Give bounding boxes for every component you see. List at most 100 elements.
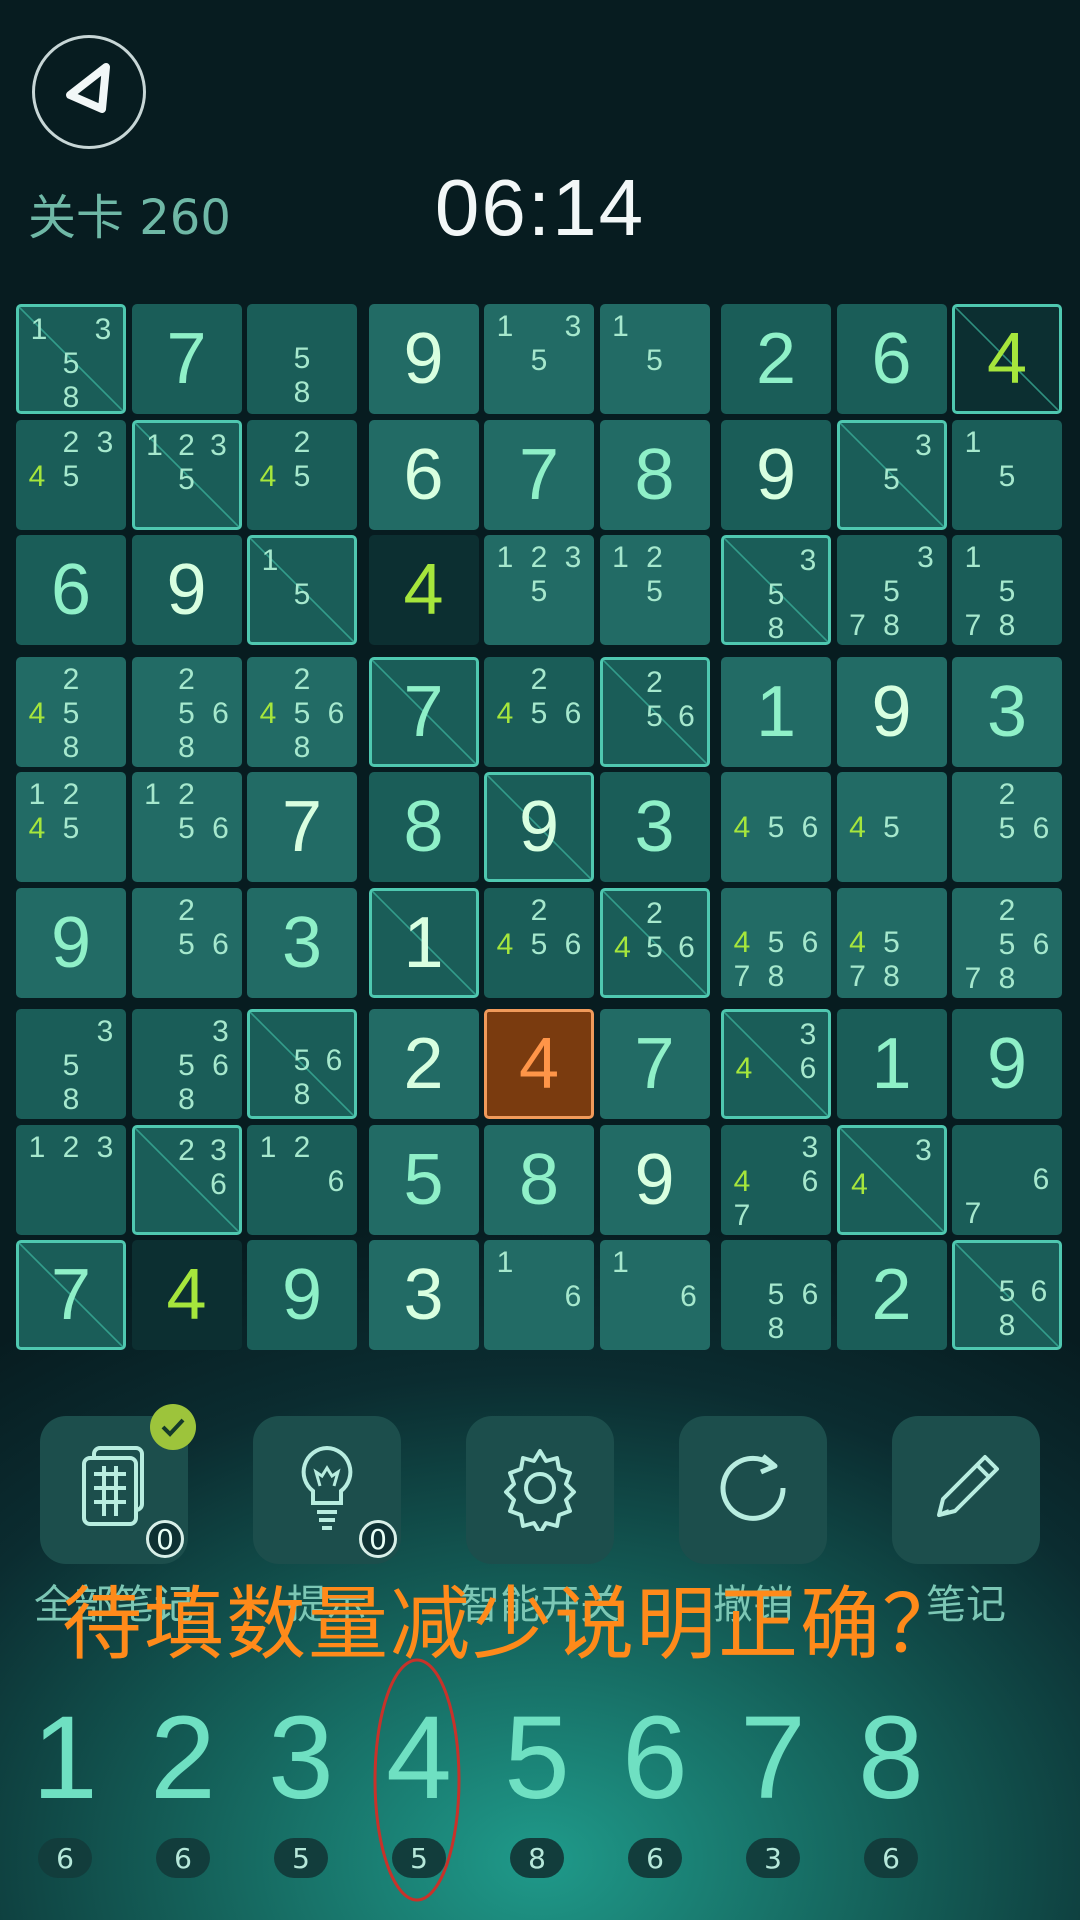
cell-notes: 245: [251, 426, 353, 526]
sudoku-cell-r9c9[interactable]: 568: [952, 1240, 1062, 1350]
sudoku-cell-r9c2[interactable]: 4: [131, 1240, 242, 1350]
sudoku-cell-r5c7[interactable]: 456: [721, 772, 831, 882]
sudoku-cell-r2c3[interactable]: 245: [247, 419, 357, 530]
sudoku-cell-r8c4[interactable]: 5: [368, 1124, 479, 1235]
sudoku-cell-r3c8[interactable]: 3578: [836, 535, 947, 645]
sudoku-cell-r7c8[interactable]: 1: [836, 1009, 947, 1119]
sudoku-cell-r5c6[interactable]: 3: [599, 772, 710, 882]
sudoku-cell-r5c4[interactable]: 8: [368, 772, 479, 882]
sudoku-cell-r7c2[interactable]: 3568: [131, 1009, 242, 1119]
sudoku-cell-r6c5[interactable]: 2456: [484, 887, 594, 998]
sudoku-cell-r9c3[interactable]: 9: [247, 1240, 357, 1350]
tool-button-5[interactable]: [892, 1416, 1040, 1564]
sudoku-cell-r9c6[interactable]: 16: [599, 1240, 710, 1350]
sudoku-cell-r6c4[interactable]: 1: [368, 887, 479, 998]
sudoku-cell-r1c6[interactable]: 15: [599, 304, 710, 414]
sudoku-cell-r6c7[interactable]: 456 78: [721, 887, 831, 998]
sudoku-cell-r3c5[interactable]: 1235: [484, 535, 594, 645]
sudoku-cell-r1c7[interactable]: 2: [721, 304, 831, 414]
sudoku-cell-r8c7[interactable]: 3 4 6 7: [721, 1124, 831, 1235]
sudoku-cell-r6c8[interactable]: 4578: [836, 887, 947, 998]
sudoku-cell-r9c4[interactable]: 3: [368, 1240, 479, 1350]
sudoku-cell-r1c1[interactable]: 1 358: [16, 304, 126, 414]
sudoku-cell-r4c5[interactable]: 2456: [484, 656, 594, 767]
sudoku-cell-r3c9[interactable]: 1578: [952, 535, 1062, 645]
note-digit: 8: [62, 1083, 80, 1116]
number-key-2[interactable]: 2: [128, 1690, 238, 1826]
sudoku-cell-r5c3[interactable]: 7: [247, 772, 357, 882]
sudoku-cell-r4c2[interactable]: 2568: [131, 656, 242, 767]
sudoku-cell-r2c6[interactable]: 8: [599, 419, 710, 530]
sudoku-cell-r3c6[interactable]: 125: [599, 535, 710, 645]
sudoku-cell-r8c8[interactable]: 34: [836, 1124, 947, 1235]
sudoku-cell-r1c4[interactable]: 9: [368, 304, 479, 414]
sudoku-cell-r4c4[interactable]: 7: [368, 656, 479, 767]
sudoku-cell-r3c1[interactable]: 6: [16, 535, 126, 645]
sudoku-cell-r2c2[interactable]: 1235: [131, 419, 242, 530]
sudoku-cell-r9c8[interactable]: 2: [836, 1240, 947, 1350]
note-slot: [671, 666, 703, 700]
note-digit: 5: [998, 927, 1016, 961]
sudoku-cell-r8c5[interactable]: 8: [484, 1124, 594, 1235]
sudoku-cell-r3c4[interactable]: 4: [368, 535, 479, 645]
sudoku-cell-r7c7[interactable]: 3 4 6: [721, 1009, 831, 1119]
sudoku-cell-r6c9[interactable]: 256 78: [952, 887, 1062, 998]
sudoku-cell-r9c5[interactable]: 16: [484, 1240, 594, 1350]
sudoku-cell-r8c6[interactable]: 9: [599, 1124, 710, 1235]
sudoku-cell-r2c8[interactable]: 35: [836, 419, 947, 530]
sudoku-cell-r4c3[interactable]: 24568: [247, 656, 357, 767]
sudoku-cell-r9c1[interactable]: 7: [16, 1240, 126, 1350]
sudoku-cell-r3c2[interactable]: 9: [131, 535, 242, 645]
sudoku-cell-r6c3[interactable]: 3: [247, 887, 357, 998]
sudoku-cell-r4c8[interactable]: 9: [836, 656, 947, 767]
sudoku-cell-r5c5[interactable]: 9: [484, 772, 594, 882]
sudoku-cell-r7c5[interactable]: 4: [484, 1009, 594, 1119]
sudoku-cell-r2c4[interactable]: 6: [368, 419, 479, 530]
sudoku-cell-r7c6[interactable]: 7: [599, 1009, 710, 1119]
number-key-3[interactable]: 3: [246, 1690, 356, 1826]
tool-button-3[interactable]: [466, 1416, 614, 1564]
sudoku-cell-r9c7[interactable]: 568: [721, 1240, 831, 1350]
sudoku-cell-r1c3[interactable]: 58: [247, 304, 357, 414]
sudoku-cell-r8c1[interactable]: 123: [16, 1124, 126, 1235]
sudoku-cell-r4c1[interactable]: 2458: [16, 656, 126, 767]
note-slot: [318, 544, 350, 578]
sudoku-cell-r1c8[interactable]: 6: [836, 304, 947, 414]
sudoku-cell-r3c7[interactable]: 358: [721, 535, 831, 645]
sudoku-cell-r5c1[interactable]: 1245: [16, 772, 126, 882]
sudoku-cell-r8c3[interactable]: 126: [247, 1124, 357, 1235]
sudoku-cell-r5c8[interactable]: 45: [836, 772, 947, 882]
number-key-8[interactable]: 8: [836, 1690, 946, 1826]
number-key-6[interactable]: 6: [600, 1690, 710, 1826]
number-key-1[interactable]: 1: [10, 1690, 120, 1826]
sudoku-cell-r1c2[interactable]: 7: [131, 304, 242, 414]
sudoku-cell-r7c9[interactable]: 9: [952, 1009, 1062, 1119]
sudoku-cell-r7c1[interactable]: 358: [16, 1009, 126, 1119]
sudoku-cell-r1c5[interactable]: 1 35: [484, 304, 594, 414]
sudoku-cell-r7c3[interactable]: 568: [247, 1009, 357, 1119]
sudoku-cell-r1c9[interactable]: 4: [952, 304, 1062, 414]
sudoku-cell-r6c6[interactable]: 2456: [599, 887, 710, 998]
sudoku-cell-r2c1[interactable]: 23 45: [16, 419, 126, 530]
sudoku-cell-r4c6[interactable]: 256: [599, 656, 710, 767]
sudoku-cell-r7c4[interactable]: 2: [368, 1009, 479, 1119]
sudoku-cell-r3c3[interactable]: 15: [247, 535, 357, 645]
note-digit: 6: [325, 1044, 343, 1077]
sudoku-cell-r2c9[interactable]: 15: [952, 419, 1062, 530]
sudoku-cell-r2c5[interactable]: 7: [484, 419, 594, 530]
sudoku-cell-r8c2[interactable]: 236: [131, 1124, 242, 1235]
sudoku-cell-r5c2[interactable]: 1256: [131, 772, 242, 882]
pencil-icon: [923, 1445, 1009, 1535]
sudoku-cell-r8c9[interactable]: 67: [952, 1124, 1062, 1235]
back-button[interactable]: [32, 35, 146, 149]
sudoku-cell-r4c7[interactable]: 1: [721, 656, 831, 767]
sudoku-cell-r5c9[interactable]: 256: [952, 772, 1062, 882]
tool-button-4[interactable]: [679, 1416, 827, 1564]
sudoku-cell-r4c9[interactable]: 3: [952, 656, 1062, 767]
sudoku-cell-r6c1[interactable]: 9: [16, 887, 126, 998]
number-key-7[interactable]: 7: [718, 1690, 828, 1826]
sudoku-cell-r2c7[interactable]: 9: [721, 419, 831, 530]
note-digit: 6: [212, 927, 229, 961]
sudoku-cell-r6c2[interactable]: 256: [131, 887, 242, 998]
number-key-5[interactable]: 5: [482, 1690, 592, 1826]
